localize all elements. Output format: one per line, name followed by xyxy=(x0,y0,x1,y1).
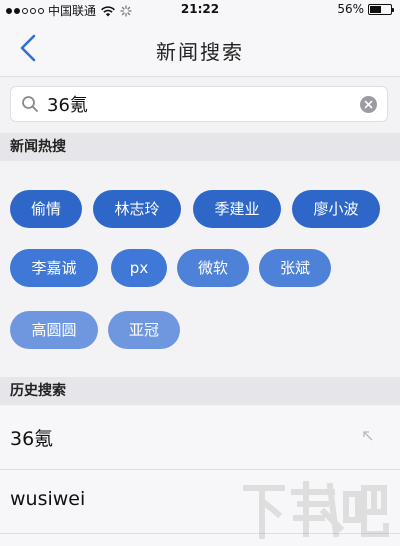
history-item-text: wusiwei xyxy=(10,488,86,510)
hot-tag[interactable]: 高圆圆 xyxy=(10,311,98,349)
hot-tag[interactable]: 偷情 xyxy=(10,190,82,228)
hot-tag[interactable]: 李嘉诚 xyxy=(10,249,98,287)
history-item-text: 36氪 xyxy=(10,428,54,450)
hot-tag[interactable]: 季建业 xyxy=(193,190,281,228)
hot-tag[interactable]: 微软 xyxy=(177,249,249,287)
page-title: 新闻搜索 xyxy=(156,40,244,64)
search-icon xyxy=(22,96,38,112)
watermark-logo xyxy=(243,481,389,539)
clear-icon[interactable] xyxy=(360,96,377,113)
hot-tag[interactable]: 张斌 xyxy=(259,249,331,287)
hot-tag[interactable]: 亚冠 xyxy=(108,311,180,349)
hot-search-tags: 偷情 林志玲 季建业 廖小波 李嘉诚 px 微软 张斌 高圆圆 亚冠 xyxy=(0,165,400,375)
hot-search-header: 新闻热搜 xyxy=(0,133,400,161)
history-search-header: 历史搜索 xyxy=(0,377,400,405)
battery-icon xyxy=(368,3,394,15)
status-right: 56% xyxy=(337,2,394,16)
hot-tag[interactable]: 廖小波 xyxy=(292,190,380,228)
status-bar: 中国联通 21:22 56% xyxy=(0,0,400,20)
history-item[interactable]: 36氪 xyxy=(0,406,400,470)
search-box[interactable] xyxy=(10,86,388,122)
search-area xyxy=(0,77,400,131)
navigation-bar: 新闻搜索 xyxy=(0,20,400,77)
hot-tag[interactable]: 林志玲 xyxy=(93,190,181,228)
search-input[interactable] xyxy=(47,92,347,116)
arrow-up-left-icon[interactable] xyxy=(362,430,374,442)
battery-percent: 56% xyxy=(337,2,364,16)
hot-tag[interactable]: px xyxy=(111,249,167,287)
